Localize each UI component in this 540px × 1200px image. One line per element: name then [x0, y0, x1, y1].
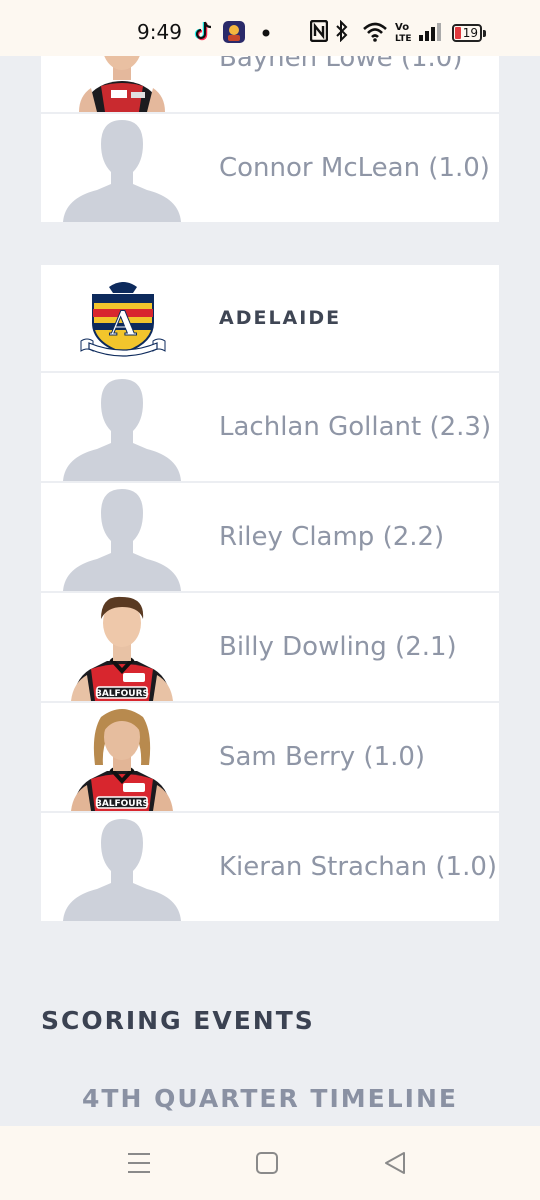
adelaide-crest-icon: A: [79, 277, 167, 365]
silhouette-icon: [61, 114, 183, 222]
previous-team-card: Baynen Lowe (1.0) Connor McLean (1.0): [41, 56, 499, 222]
svg-text:A: A: [109, 304, 137, 344]
home-icon[interactable]: [252, 1148, 282, 1178]
silhouette-icon: [61, 373, 183, 481]
back-icon[interactable]: [380, 1148, 410, 1178]
signal-icon: [419, 23, 441, 41]
player-name[interactable]: Baynen Lowe (1.0): [219, 56, 462, 112]
nfc-icon: [310, 20, 328, 42]
navigation-bar: [0, 1126, 540, 1200]
adelaide-team-card: A ADELAIDE Lachlan Gollant (2.3) Riley C…: [41, 265, 499, 921]
team-header-row: A ADELAIDE: [41, 265, 499, 373]
player-photo: BALFOURS: [61, 593, 183, 701]
player-name[interactable]: Connor McLean (1.0): [219, 114, 490, 222]
player-name[interactable]: Riley Clamp (2.2): [219, 483, 444, 591]
menu-icon[interactable]: [124, 1148, 154, 1178]
player-row[interactable]: Baynen Lowe (1.0): [41, 56, 499, 114]
tiktok-icon: [194, 21, 212, 41]
silhouette-icon: [61, 813, 183, 921]
player-name[interactable]: Billy Dowling (2.1): [219, 593, 457, 701]
volte-icon: Vo LTE: [395, 22, 412, 44]
player-row[interactable]: BALFOURS Sam Berry (1.0): [41, 703, 499, 813]
battery-level: 19: [462, 26, 478, 40]
bluetooth-icon: [336, 20, 348, 42]
timeline-title: 4TH QUARTER TIMELINE: [82, 1084, 458, 1113]
player-name[interactable]: Sam Berry (1.0): [219, 703, 425, 811]
svg-text:BALFOURS: BALFOURS: [95, 689, 149, 699]
svg-text:Vo: Vo: [395, 22, 409, 33]
svg-text:BALFOURS: BALFOURS: [95, 799, 149, 809]
battery-icon: 19: [452, 24, 486, 42]
status-time: 9:49: [137, 20, 182, 44]
player-photo: [61, 56, 183, 112]
player-row[interactable]: Lachlan Gollant (2.3): [41, 373, 499, 483]
status-bar: 9:49 Vo LTE 19: [0, 0, 540, 56]
wifi-icon: [363, 22, 387, 42]
player-row[interactable]: Riley Clamp (2.2): [41, 483, 499, 593]
player-name[interactable]: Lachlan Gollant (2.3): [219, 373, 491, 481]
player-row[interactable]: BALFOURS Billy Dowling (2.1): [41, 593, 499, 703]
page-content[interactable]: Baynen Lowe (1.0) Connor McLean (1.0) A …: [0, 56, 540, 1126]
dot-icon: [262, 29, 270, 37]
player-photo: BALFOURS: [61, 703, 183, 811]
svg-text:LTE: LTE: [395, 34, 412, 44]
silhouette-icon: [61, 483, 183, 591]
game-app-icon: [223, 21, 245, 43]
player-row[interactable]: Kieran Strachan (1.0): [41, 813, 499, 921]
team-name: ADELAIDE: [219, 307, 342, 329]
section-title-scoring-events: SCORING EVENTS: [41, 1006, 315, 1035]
player-name[interactable]: Kieran Strachan (1.0): [219, 813, 497, 921]
player-row[interactable]: Connor McLean (1.0): [41, 114, 499, 222]
